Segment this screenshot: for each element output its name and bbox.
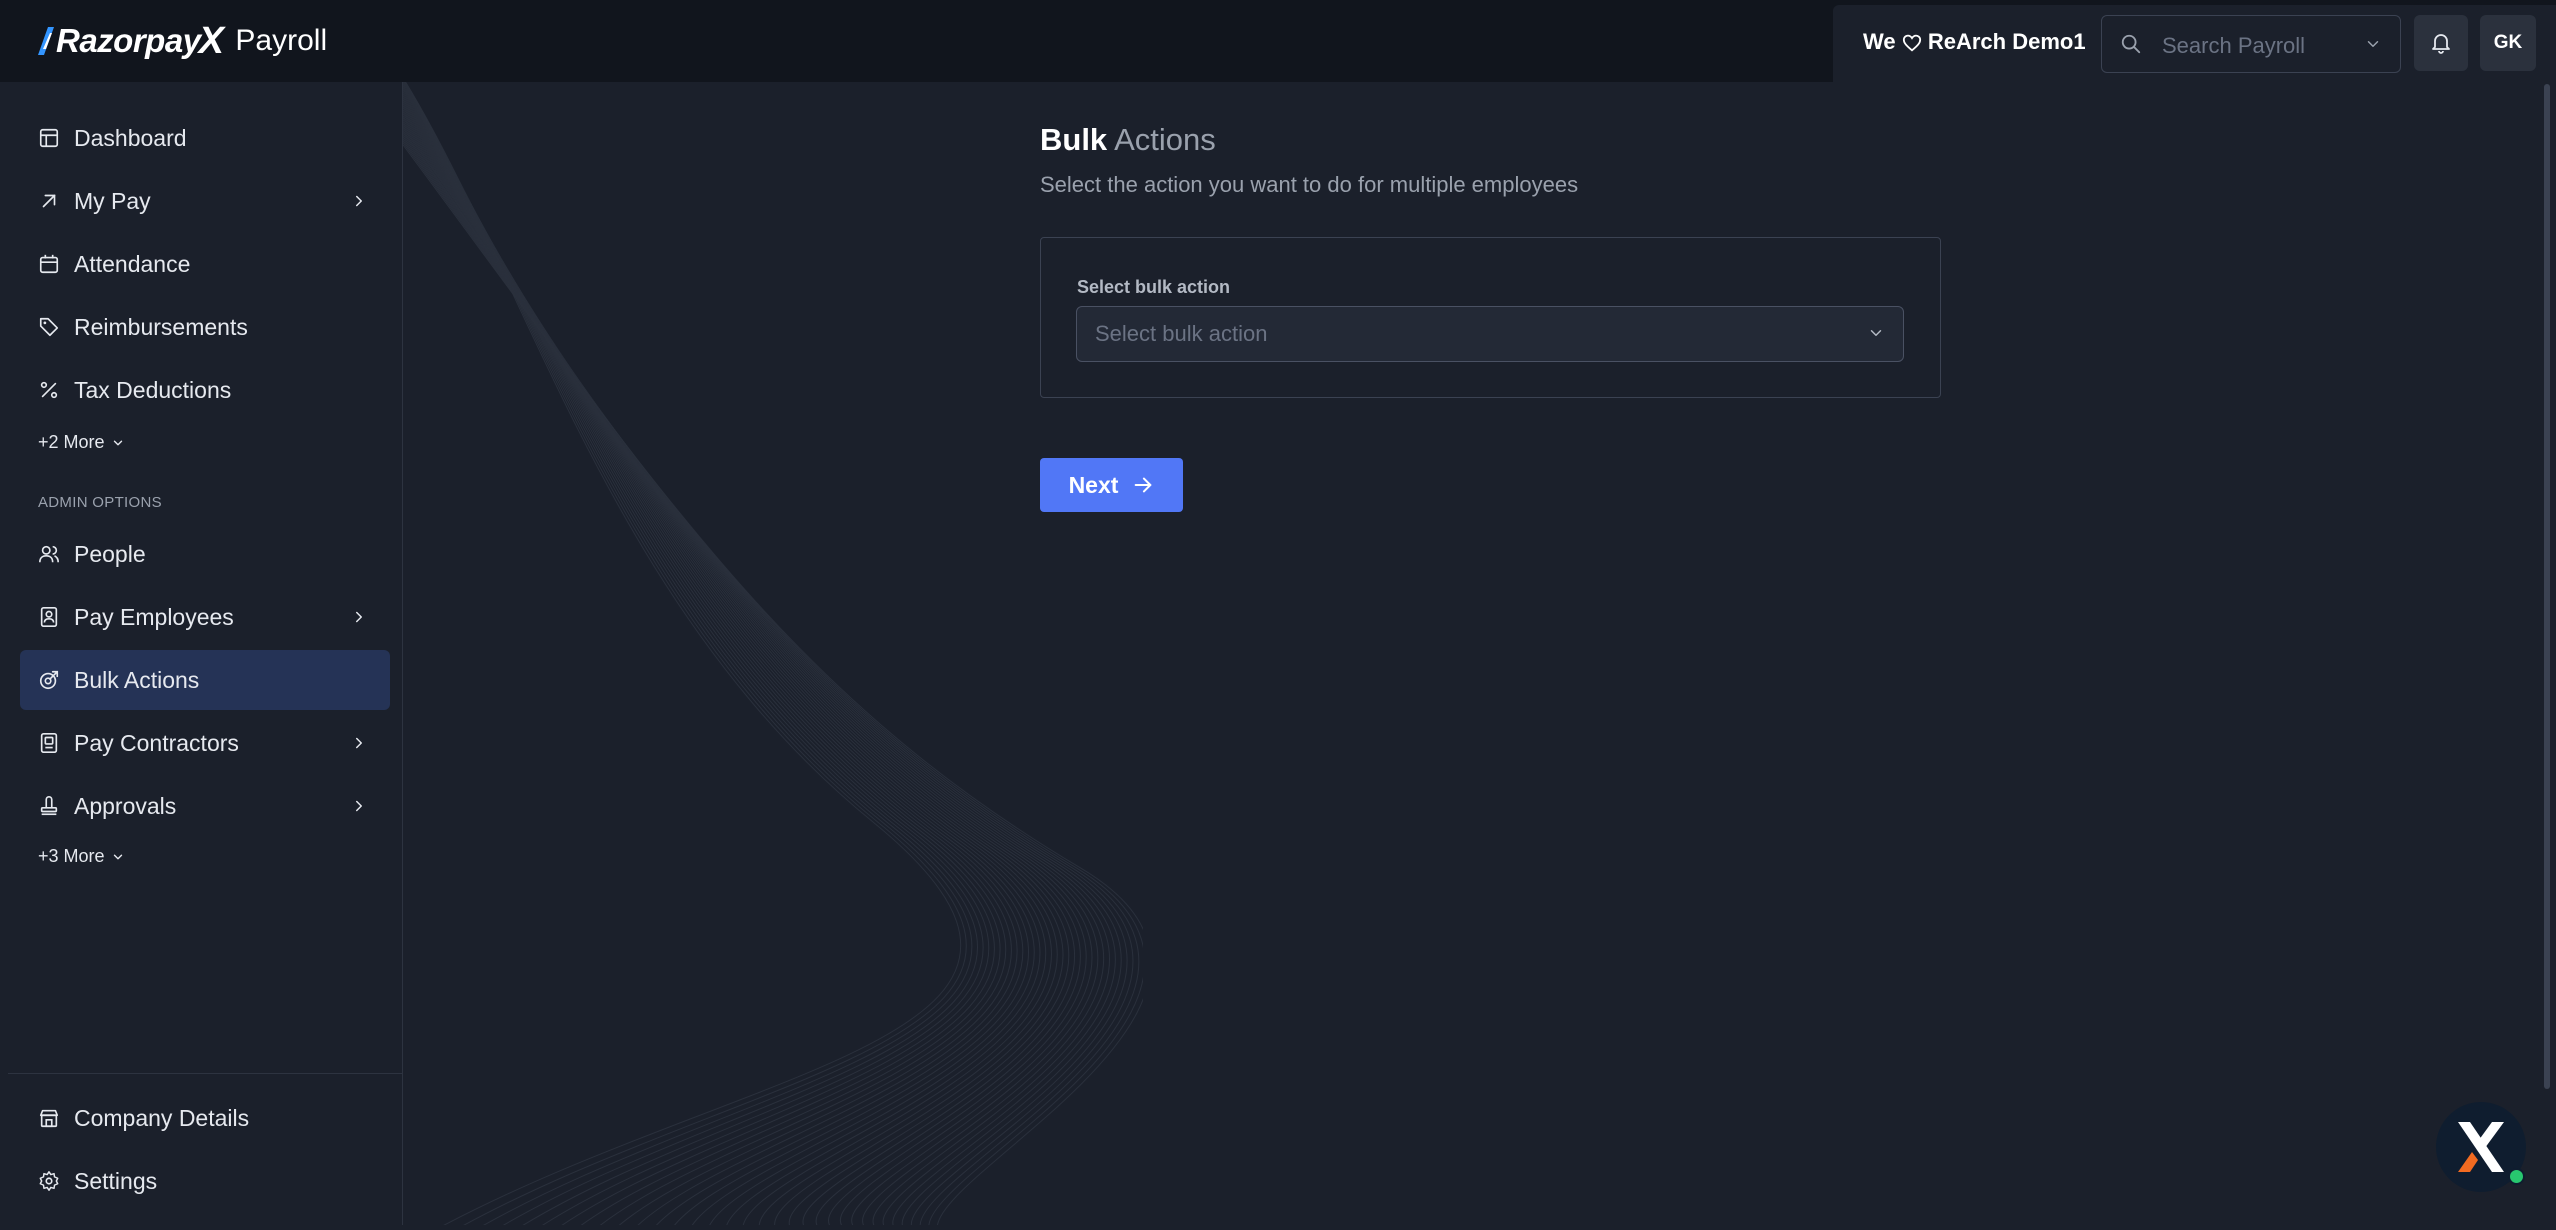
- search-payroll[interactable]: Search Payroll: [2101, 15, 2401, 73]
- sidebar-item-dashboard[interactable]: Dashboard: [20, 108, 390, 168]
- approvals-icon: [40, 796, 58, 816]
- sidebar-item-label: Approvals: [74, 793, 177, 819]
- razorpay-x-assistant-button[interactable]: [2436, 1102, 2526, 1192]
- wave-line: [403, 137, 1134, 1225]
- sidebar-item-attendance[interactable]: Attendance: [20, 234, 390, 294]
- more-label: +3 More: [38, 846, 105, 866]
- org-title: ReArch Demo1: [1927, 29, 2086, 54]
- sidebar-item-my-pay[interactable]: My Pay: [20, 171, 390, 231]
- brand-logo[interactable]: Razorpay X Payroll: [38, 18, 327, 64]
- more-toggle-bottom[interactable]: +3 More: [38, 846, 125, 867]
- sidebar-item-label: Bulk Actions: [74, 667, 200, 693]
- sidebar-item-label: Pay Contractors: [74, 730, 239, 756]
- heart-icon: [1902, 34, 1921, 52]
- razorpay-slash-icon: [38, 27, 54, 55]
- settings-icon: [39, 1171, 59, 1191]
- calendar-icon: [39, 254, 59, 274]
- sidebar-item-label: People: [74, 541, 146, 567]
- sidebar-item-reimbursements[interactable]: Reimbursements: [20, 297, 390, 357]
- arrow-right-icon: [1135, 477, 1152, 493]
- logo-text: Razorpay: [56, 22, 201, 59]
- chevron-down-icon: [2367, 41, 2379, 47]
- arrow-up-right-icon: [42, 194, 56, 208]
- sidebar-item-approvals[interactable]: Approvals: [20, 776, 390, 836]
- percent-icon: [40, 381, 58, 399]
- chevron-right-icon: [356, 737, 362, 749]
- sidebar-item-pay-contractors[interactable]: Pay Contractors: [20, 713, 390, 773]
- select-placeholder: Select bulk action: [1095, 321, 1268, 346]
- page-title: Bulk Actions: [1040, 122, 1216, 158]
- chevron-down-icon: [113, 440, 122, 445]
- sidebar: Dashboard My Pay Attendance Reimbursemen…: [8, 82, 403, 1225]
- bell-icon: [2432, 34, 2450, 54]
- pay-employees-icon: [40, 607, 58, 627]
- logo-x: X: [198, 19, 224, 62]
- sidebar-item-label: Attendance: [74, 251, 191, 277]
- sidebar-item-bulk-actions[interactable]: Bulk Actions: [20, 650, 390, 710]
- sidebar-item-label: Pay Employees: [74, 604, 234, 630]
- product-name: Payroll: [235, 24, 328, 57]
- sidebar-item-label: Company Details: [74, 1105, 250, 1131]
- sidebar-item-settings[interactable]: Settings: [20, 1151, 390, 1211]
- sidebar-item-label: Dashboard: [74, 125, 187, 151]
- top-bar: Razorpay X Payroll We ReArch Demo1 Search…: [0, 0, 2556, 82]
- header-right: We ReArch Demo1 Search Payroll GK: [1833, 5, 2556, 82]
- chevron-right-icon: [356, 611, 362, 623]
- razorpay-x-icon: [2458, 1122, 2504, 1172]
- sidebar-item-tax-deductions[interactable]: Tax Deductions: [20, 360, 390, 420]
- wave-line: [403, 143, 1143, 1225]
- more-label: +2 More: [38, 432, 105, 452]
- notifications-button[interactable]: [2414, 15, 2468, 71]
- sidebar-item-people[interactable]: People: [20, 524, 390, 584]
- chevron-down-icon: [1870, 330, 1882, 336]
- chevron-down-icon: [113, 854, 122, 859]
- wave-line: [403, 139, 1140, 1225]
- search-placeholder: Search Payroll: [2162, 33, 2306, 58]
- bulk-actions-icon: [39, 670, 59, 690]
- page-title-weak: Actions: [1114, 122, 1216, 157]
- dashboard-icon: [39, 128, 59, 148]
- org-name[interactable]: We ReArch Demo1: [1863, 29, 2086, 55]
- page-subtitle: Select the action you want to do for mul…: [1040, 172, 1579, 197]
- sidebar-item-label: Reimbursements: [74, 314, 248, 340]
- company-icon: [39, 1109, 59, 1128]
- sidebar-divider: [8, 1073, 402, 1074]
- wave-line: [403, 141, 1143, 1225]
- background-wave-decoration: [403, 82, 1143, 1225]
- sidebar-item-label: Tax Deductions: [74, 377, 232, 403]
- chevron-right-icon: [356, 800, 362, 812]
- next-button-label: Next: [1068, 471, 1119, 498]
- scrollbar[interactable]: [2544, 84, 2550, 1089]
- people-icon: [39, 545, 59, 563]
- search-icon: [2121, 34, 2141, 54]
- chevron-right-icon: [356, 195, 362, 207]
- org-prefix: We: [1863, 29, 1896, 54]
- sidebar-item-pay-employees[interactable]: Pay Employees: [20, 587, 390, 647]
- admin-options-heading: ADMIN OPTIONS: [38, 494, 162, 511]
- online-status-dot: [2508, 1168, 2525, 1185]
- next-button[interactable]: Next: [1040, 458, 1183, 512]
- sidebar-item-label: Settings: [74, 1168, 158, 1194]
- pay-contractors-icon: [40, 733, 58, 753]
- bulk-action-card: Select bulk action Select bulk action: [1040, 237, 1941, 398]
- more-toggle-top[interactable]: +2 More: [38, 432, 125, 453]
- page-title-strong: Bulk: [1040, 122, 1108, 157]
- user-avatar[interactable]: GK: [2480, 15, 2536, 71]
- tag-icon: [39, 317, 59, 337]
- sidebar-item-company-details[interactable]: Company Details: [20, 1088, 390, 1148]
- razorpay-logo: Razorpay X: [38, 19, 224, 63]
- sidebar-item-label: My Pay: [74, 188, 151, 214]
- field-label: Select bulk action: [1077, 277, 1231, 297]
- bulk-action-select[interactable]: Select bulk action: [1076, 306, 1904, 362]
